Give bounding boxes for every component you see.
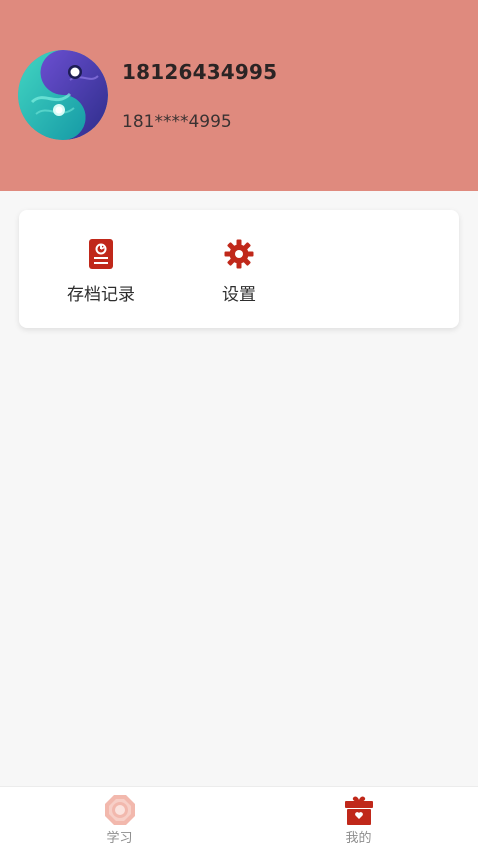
profile-header: 18126434995 181****4995: [0, 0, 478, 191]
menu-item-settings[interactable]: 设置: [179, 210, 299, 328]
profile-screen: 18126434995 181****4995 存档记录 设置 学习 我的: [0, 0, 478, 850]
tab-label: 学习: [106, 831, 133, 846]
gift-box-icon: [344, 796, 373, 825]
record-book-icon: [89, 239, 113, 269]
tab-label: 我的: [345, 831, 372, 846]
tab-study[interactable]: 学习: [0, 787, 239, 850]
avatar[interactable]: [18, 50, 108, 140]
menu-item-label: 设置: [222, 285, 256, 305]
menu-item-label: 存档记录: [67, 285, 135, 305]
gear-icon: [224, 239, 254, 269]
bagua-icon: [104, 795, 135, 825]
menu-item-save-records[interactable]: 存档记录: [41, 210, 161, 328]
tab-mine[interactable]: 我的: [239, 787, 478, 850]
yin-yang-avatar-icon: [18, 50, 108, 140]
bottom-nav: 学习 我的: [0, 786, 478, 850]
user-masked-phone: 181****4995: [122, 112, 232, 132]
menu-card: 存档记录 设置: [19, 210, 459, 328]
user-name: 18126434995: [122, 60, 278, 84]
